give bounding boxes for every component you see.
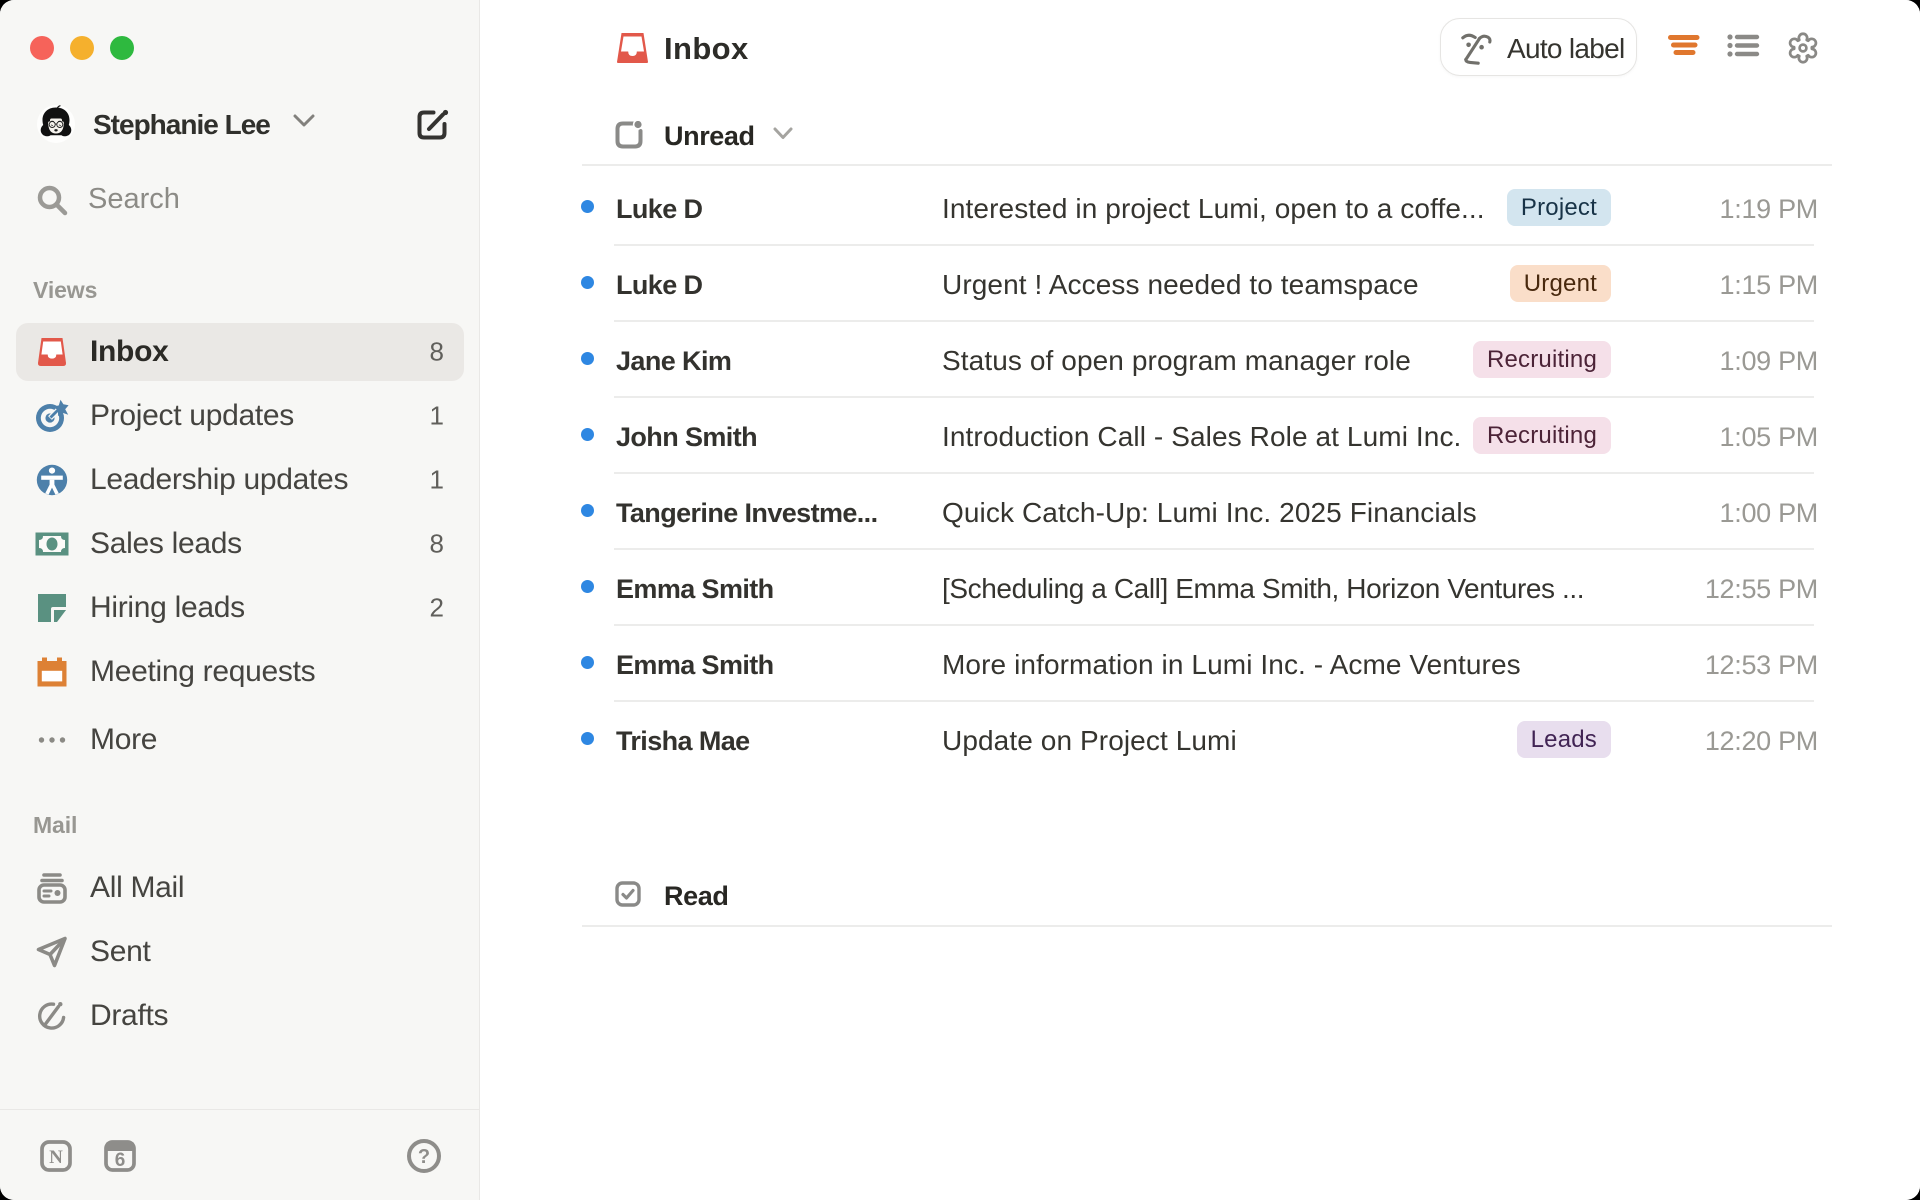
svg-text:6: 6 [115,1150,126,1171]
svg-text:?: ? [418,1146,430,1168]
svg-text:N: N [49,1147,63,1168]
